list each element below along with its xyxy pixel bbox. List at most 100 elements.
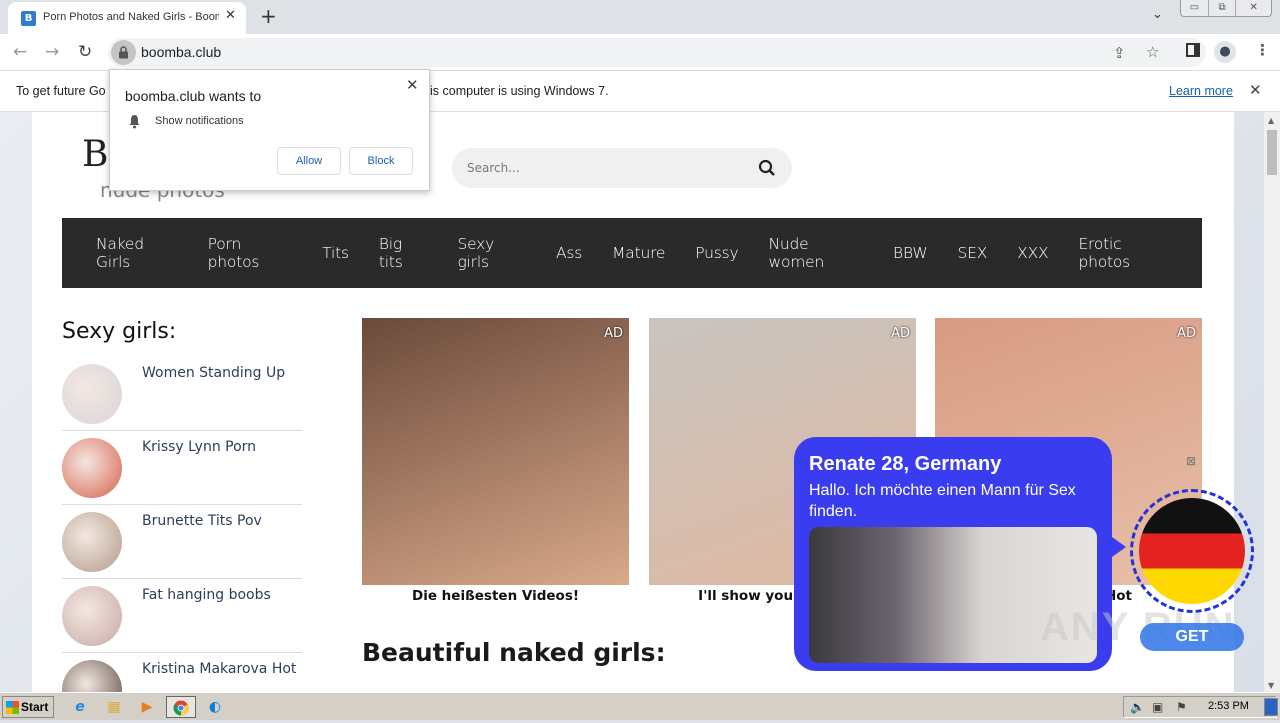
taskbar: Start e ▦ ▶ ◐ 🔈 ▣ ⚑ 2:53 PM (0, 692, 1280, 720)
browser-toolbar: ← → ↻ boomba.club ⇪ ☆ ● ⋮ (0, 34, 1280, 71)
chat-ad-message: Hallo. Ich möchte einen Mann für Sex fin… (809, 482, 1076, 520)
search-icon[interactable] (758, 159, 776, 177)
search-input[interactable] (467, 158, 747, 178)
tab-strip: B Porn Photos and Naked Girls - Boomba ✕… (0, 0, 1280, 34)
tab-search-icon[interactable]: ⌄ (1152, 7, 1163, 22)
internet-explorer-icon[interactable]: e (66, 696, 94, 718)
forward-button[interactable]: → (45, 42, 59, 62)
system-tray: 🔈 ▣ ⚑ (1123, 696, 1277, 718)
ad-close-icon[interactable]: ⊠ (1186, 454, 1196, 468)
sidebar-title: Sexy girls: (62, 319, 177, 344)
sidebar-item-label[interactable]: Women Standing Up (142, 365, 285, 381)
main-nav: Naked Girls Porn photos Tits Big tits Se… (62, 218, 1202, 288)
learn-more-link[interactable]: Learn more (1169, 84, 1233, 98)
ad-caption[interactable]: Die heißesten Videos! (362, 586, 629, 606)
scroll-down-icon[interactable]: ▼ (1268, 681, 1274, 690)
ad-tag: AD (891, 326, 910, 341)
scrollbar-thumb[interactable] (1267, 130, 1277, 175)
start-button[interactable]: Start (2, 696, 54, 718)
taskbar-clock[interactable]: 2:53 PM (1208, 700, 1249, 712)
network-icon[interactable]: ▣ (1152, 700, 1163, 714)
close-window-button[interactable]: ✕ (1236, 0, 1271, 16)
chrome-icon (173, 700, 189, 716)
germany-flag-icon (1139, 498, 1245, 604)
sidebar-item[interactable]: Kristina Makarova Hot (62, 653, 302, 692)
sidebar-item-label[interactable]: Kristina Makarova Hot (142, 661, 296, 677)
profile-icon[interactable]: ● (1214, 41, 1236, 63)
chat-ad-name: Renate 28, Germany (809, 453, 1002, 475)
window-controls: ▭ ⧉ ✕ (1180, 0, 1272, 17)
start-label: Start (21, 700, 49, 714)
germany-flag-badge[interactable] (1130, 489, 1254, 613)
site-logo[interactable]: B (82, 134, 108, 175)
new-tab-button[interactable]: + (260, 4, 277, 28)
nav-erotic-photos[interactable]: Erotic photos (1078, 235, 1172, 271)
nav-sex[interactable]: SEX (958, 244, 988, 262)
minimize-button[interactable]: ▭ (1181, 0, 1209, 16)
nav-bbw[interactable]: BBW (893, 244, 928, 262)
volume-icon[interactable]: 🔈 (1130, 700, 1145, 714)
allow-button[interactable]: Allow (277, 147, 341, 175)
windows-logo-icon (6, 701, 19, 714)
lock-icon (119, 46, 128, 59)
nav-xxx[interactable]: XXX (1017, 244, 1048, 262)
nav-pussy[interactable]: Pussy (695, 244, 738, 262)
sidebar-item[interactable]: Brunette Tits Pov (62, 505, 302, 579)
nav-naked-girls[interactable]: Naked Girls (96, 235, 178, 271)
sidebar-thumbnail[interactable] (62, 660, 122, 692)
sidebar-item-label[interactable]: Krissy Lynn Porn (142, 439, 256, 455)
menu-icon[interactable]: ⋮ (1255, 41, 1270, 59)
address-bar[interactable]: boomba.club ⇪ ☆ (108, 38, 1206, 67)
get-button[interactable]: GET (1140, 623, 1244, 651)
restore-button[interactable]: ⧉ (1209, 0, 1237, 16)
sidebar-item[interactable]: Krissy Lynn Porn (62, 431, 302, 505)
permission-close-icon[interactable]: ✕ (406, 76, 419, 94)
bell-icon (129, 115, 140, 129)
nav-porn-photos[interactable]: Porn photos (208, 235, 293, 271)
page-scrollbar[interactable]: ▲ ▼ (1264, 112, 1280, 692)
notification-permission-popup: ✕ boomba.club wants to Show notification… (109, 69, 430, 191)
share-icon[interactable]: ⇪ (1113, 44, 1126, 62)
ad-tag: AD (604, 326, 623, 341)
action-center-flag-icon[interactable]: ⚑ (1176, 700, 1187, 714)
browser-tab[interactable]: B Porn Photos and Naked Girls - Boomba ✕ (8, 2, 246, 34)
back-button[interactable]: ← (13, 42, 27, 62)
nav-big-tits[interactable]: Big tits (379, 235, 428, 271)
url-text[interactable]: boomba.club (141, 44, 221, 60)
side-panel-icon[interactable] (1186, 43, 1200, 57)
info-bar-message-right: is computer is using Windows 7. (430, 84, 609, 98)
sidebar-thumbnail[interactable] (62, 512, 122, 572)
site-favicon-icon: B (21, 11, 36, 26)
chrome-taskbar-button[interactable] (166, 696, 196, 718)
nav-mature[interactable]: Mature (612, 244, 665, 262)
tab-title: Porn Photos and Naked Girls - Boomba (43, 11, 219, 23)
nav-nude-women[interactable]: Nude women (769, 235, 864, 271)
info-bar-close-icon[interactable]: ✕ (1249, 81, 1262, 99)
sidebar-thumbnail[interactable] (62, 364, 122, 424)
ad-tag: AD (1177, 326, 1196, 341)
chat-ad-pointer (1112, 537, 1126, 557)
tab-close-icon[interactable]: ✕ (225, 8, 236, 23)
sidebar-item-label[interactable]: Brunette Tits Pov (142, 513, 262, 529)
file-explorer-icon[interactable]: ▦ (100, 696, 128, 718)
nav-ass[interactable]: Ass (556, 244, 582, 262)
nav-tits[interactable]: Tits (322, 244, 349, 262)
reload-button[interactable]: ↻ (78, 42, 92, 62)
sidebar-item[interactable]: Fat hanging boobs (62, 579, 302, 653)
search-bar (452, 148, 792, 188)
scroll-up-icon[interactable]: ▲ (1268, 116, 1274, 125)
sidebar-thumbnail[interactable] (62, 438, 122, 498)
bookmark-star-icon[interactable]: ☆ (1146, 43, 1159, 61)
show-desktop-button[interactable] (1264, 698, 1278, 716)
site-info-button[interactable] (111, 40, 136, 65)
info-bar-message-left: To get future Go (16, 84, 106, 98)
sidebar-item-label[interactable]: Fat hanging boobs (142, 587, 271, 603)
sidebar-thumbnail[interactable] (62, 586, 122, 646)
section-heading: Beautiful naked girls: (362, 638, 666, 667)
block-button[interactable]: Block (349, 147, 413, 175)
ad-banner[interactable]: AD (362, 318, 629, 585)
sidebar-item[interactable]: Women Standing Up (62, 357, 302, 431)
nav-sexy-girls[interactable]: Sexy girls (457, 235, 526, 271)
edge-icon[interactable]: ◐ (201, 696, 229, 718)
media-player-icon[interactable]: ▶ (133, 696, 161, 718)
